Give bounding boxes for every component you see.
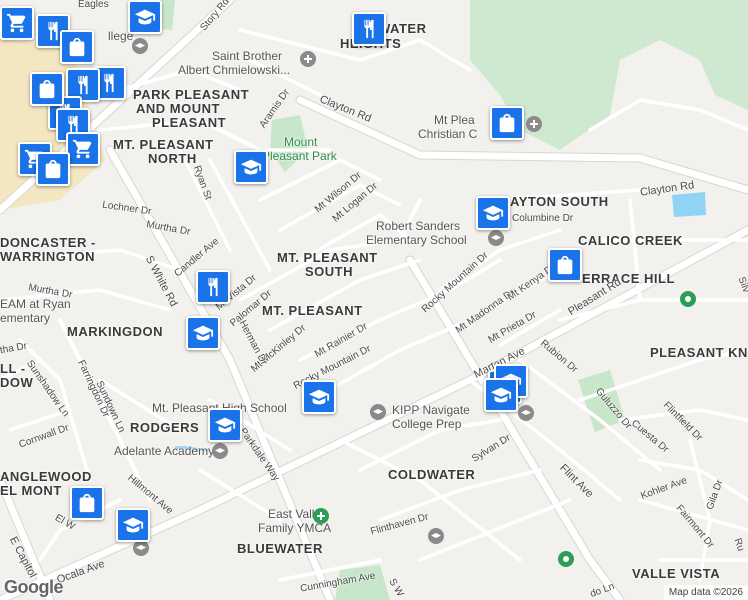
school-marker-icon[interactable] [208,408,242,442]
shopping-bag-marker-icon[interactable] [490,106,524,140]
place-label[interactable]: Saint Brother [212,50,282,62]
school-marker-icon[interactable] [234,150,268,184]
neighborhood-label: VALLE VISTA [632,566,721,581]
google-logo: Google [4,577,64,597]
restaurant-marker-icon[interactable] [196,270,230,304]
school-pin-icon[interactable] [212,443,228,459]
place-label[interactable]: Robert Sanders [376,220,460,232]
shopping-bag-marker-icon[interactable] [70,486,104,520]
school-marker-icon[interactable] [186,316,220,350]
school-marker-icon[interactable] [484,378,518,412]
neighborhood-label: NORTH [148,151,197,166]
neighborhood-label: AND MOUNT [136,101,220,116]
shopping-bag-marker-icon[interactable] [30,72,64,106]
place-label[interactable]: College Prep [392,418,461,430]
school-pin-icon[interactable] [518,405,534,421]
map-attribution[interactable]: Map data ©2026 [663,585,748,600]
place-label[interactable]: Christian C [418,128,477,140]
school-pin-icon[interactable] [133,540,149,556]
place-label[interactable]: Mt Plea [434,114,475,126]
neighborhood-label: RODGERS [130,420,200,435]
neighborhood-label: ANGLEWOOD [0,469,92,484]
neighborhood-label: LL - [0,361,26,376]
shopping-bag-marker-icon[interactable] [36,152,70,186]
shopping-bag-marker-icon[interactable] [548,248,582,282]
school-pin-icon[interactable] [428,528,444,544]
street-label: Columbine Dr [512,213,574,224]
gym-pin-icon[interactable] [313,508,329,524]
school-marker-icon[interactable] [302,380,336,414]
shopping-cart-marker-icon[interactable] [66,132,100,166]
neighborhood-label: WARRINGTON [0,249,96,264]
neighborhood-label: MT. PLEASANT [113,137,214,152]
place-label[interactable]: Adelante Academy [114,445,214,457]
park-label[interactable]: Mount [284,136,317,148]
neighborhood-label: BLUEWATER [237,541,323,556]
neighborhood-label: MT. PLEASANT [262,303,363,318]
shopping-cart-marker-icon[interactable] [0,6,34,40]
shopping-bag-marker-icon[interactable] [60,30,94,64]
place-label[interactable]: EAM at Ryan [0,298,71,310]
school-pin-icon[interactable] [370,404,386,420]
neighborhood-label: PARK PLEASANT [133,87,250,102]
neighborhood-label: DOW [0,375,34,390]
neighborhood-label: DONCASTER - [0,235,96,250]
neighborhood-label: AYTON SOUTH [510,194,609,209]
street-label: Eagles [78,0,109,10]
place-label[interactable]: KIPP Navigate [392,404,470,416]
place-label[interactable]: ementary [0,312,50,324]
school-marker-icon[interactable] [116,508,150,542]
neighborhood-label: MT. PLEASANT [277,250,378,265]
map-canvas[interactable]: PARK PLEASANT AND MOUNT PLEASANT MT. PLE… [0,0,748,600]
school-marker-icon[interactable] [476,196,510,230]
church-pin-icon[interactable] [526,116,542,132]
school-marker-icon[interactable] [128,0,162,34]
park-pin-icon[interactable] [680,291,696,307]
neighborhood-label: CALICO CREEK [578,233,683,248]
park-pin-icon[interactable] [558,551,574,567]
neighborhood-label: PLEASANT [152,115,227,130]
water-pond [672,192,706,217]
neighborhood-label: COLDWATER [388,467,476,482]
neighborhood-label: EL MONT [0,483,62,498]
neighborhood-label: ERRACE HILL [582,271,675,286]
restaurant-marker-icon[interactable] [352,12,386,46]
place-label[interactable]: Elementary School [366,234,467,246]
school-pin-icon[interactable] [488,230,504,246]
neighborhood-label: SOUTH [305,264,353,279]
place-label[interactable]: Albert Chmielowski... [178,64,290,76]
neighborhood-label: PLEASANT KN [650,345,748,360]
church-pin-icon[interactable] [300,51,316,67]
neighborhood-label: MARKINGDON [67,324,163,339]
park-label[interactable]: Pleasant Park [262,150,337,162]
school-pin-icon[interactable] [132,38,148,54]
